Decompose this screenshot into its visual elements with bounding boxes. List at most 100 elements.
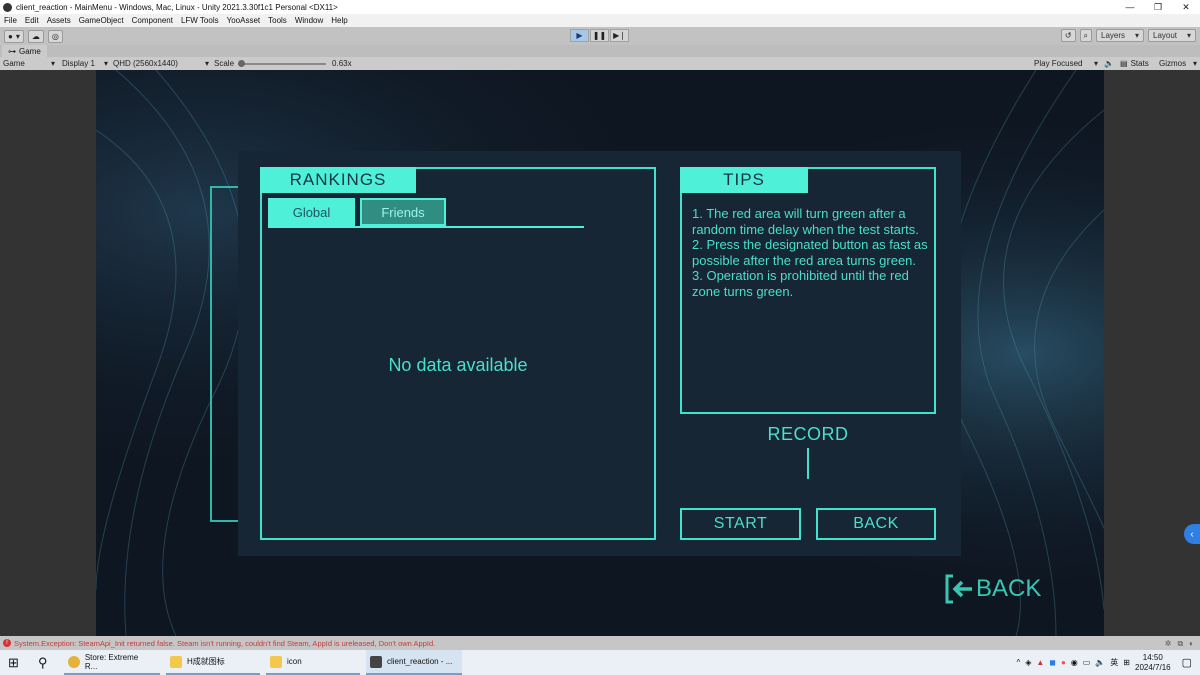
speaker-icon: 🔈 (1104, 59, 1114, 68)
collab-icon: ◎ (51, 31, 59, 41)
back-button[interactable]: BACK (816, 508, 936, 540)
chevron-down-icon: ▾ (1134, 31, 1139, 40)
step-button[interactable]: ▶❘ (610, 29, 629, 42)
audio-mute-button[interactable]: 🔈 (1104, 57, 1114, 70)
layers-dropdown[interactable]: Layers ▾ (1096, 29, 1144, 42)
scale-control: Scale 0.63x (214, 57, 352, 70)
tray-app-icon[interactable]: ● (1061, 658, 1066, 667)
folder-icon (170, 655, 182, 668)
clock[interactable]: 14:50 2024/7/16 (1135, 653, 1171, 673)
error-icon: ! (3, 639, 11, 647)
taskbar-app-chrome[interactable]: Store: Extreme R... (64, 650, 160, 675)
taskbar-app-label: Store: Extreme R... (84, 652, 139, 671)
exit-arrow-icon (945, 574, 972, 604)
reaction-test-dialog: RANKINGS Global Friends No data availabl… (238, 151, 961, 556)
rankings-panel: RANKINGS Global Friends No data availabl… (260, 167, 656, 540)
stats-button[interactable]: ▤ Stats (1120, 57, 1149, 70)
taskbar-app-unity[interactable]: client_reaction - ... (366, 650, 462, 675)
pause-button[interactable]: ❚❚ (590, 29, 609, 42)
system-tray: ^ ◈ ▲ ◼ ● ◉ ▭ 🔈 英 ⊞ 14:50 2024/7/16 ▢ (1016, 650, 1192, 675)
error-message: System.Exception: SteamApi_Init returned… (14, 638, 436, 648)
ime-indicator[interactable]: 英 (1110, 657, 1118, 668)
chevron-down-icon: ▾ (103, 59, 108, 68)
clock-date: 2024/7/16 (1135, 662, 1171, 672)
taskbar-app-folder[interactable]: icon (266, 650, 360, 675)
tray-app-icon[interactable]: ◼ (1049, 658, 1056, 667)
menu-assets[interactable]: Assets (47, 16, 71, 25)
notification-icon[interactable]: ▢ (1182, 656, 1192, 669)
folder-icon (270, 655, 282, 668)
keyboard-icon[interactable]: ⊞ (1123, 658, 1130, 667)
resolution-dropdown[interactable]: QHD (2560x1440) ▾ (113, 57, 209, 70)
minimize-button[interactable]: — (1116, 0, 1144, 14)
scale-slider[interactable] (238, 59, 327, 67)
menu-gameobject[interactable]: GameObject (79, 16, 124, 25)
tray-app-icon[interactable]: ◈ (1025, 658, 1031, 667)
game-view-toolbar: Game ▾ Display 1 ▾ QHD (2560x1440) ▾ Sca… (0, 57, 1200, 70)
play-controls: ▶ ❚❚ ▶❘ (570, 29, 629, 42)
menu-file[interactable]: File (4, 16, 17, 25)
start-button[interactable]: START (680, 508, 801, 540)
gizmos-button[interactable]: Gizmos ▾ (1159, 57, 1197, 70)
network-icon[interactable]: ▭ (1083, 658, 1091, 667)
tab-game[interactable]: ⊶ Game (2, 45, 47, 57)
maximize-button[interactable]: ❐ (1144, 0, 1172, 14)
chevron-up-icon[interactable]: ^ (1016, 658, 1020, 667)
chevron-down-icon: ▾ (1192, 59, 1197, 68)
record-value-cursor (807, 448, 809, 479)
tips-title: TIPS (680, 167, 808, 193)
sync-icon: ◐ (1189, 639, 1194, 648)
menu-window[interactable]: Window (295, 16, 323, 25)
tray-app-icon[interactable]: ◉ (1071, 658, 1078, 667)
search-button[interactable]: ⚲ (38, 650, 48, 675)
main-toolbar: ● ▾ ☁ ◎ ▶ ❚❚ ▶❘ ↺ ⌕ Layers ▾ Layout ▾ (0, 27, 1200, 45)
menu-help[interactable]: Help (331, 16, 347, 25)
cloud-button[interactable]: ☁ (27, 29, 44, 43)
menu-tools[interactable]: Tools (268, 16, 287, 25)
tab-friends[interactable]: Friends (360, 198, 446, 226)
taskbar-app-label: H成就图标 (187, 657, 225, 666)
collab-button[interactable]: ◎ (47, 29, 63, 43)
unity-icon (370, 655, 382, 668)
record-label: RECORD (767, 424, 849, 444)
side-panel-toggle[interactable]: ‹ (1184, 524, 1200, 544)
display-dropdown[interactable]: Display 1 ▾ (62, 57, 108, 70)
display-label: Display 1 (62, 59, 95, 68)
taskbar-app-label: icon (287, 657, 302, 666)
tip-item: 3. Operation is prohibited until the red… (692, 268, 909, 299)
menu-edit[interactable]: Edit (25, 16, 39, 25)
gizmos-label: Gizmos (1159, 59, 1187, 68)
tips-panel: TIPS 1. The red area will turn green aft… (680, 167, 936, 414)
bug-icon: ✲ (1164, 639, 1172, 648)
windows-logo-icon: ⊞ (8, 654, 19, 670)
empty-state-message: No data available (388, 355, 528, 375)
history-button[interactable]: ↺ (1060, 29, 1076, 42)
windows-taskbar: ⊞ ⚲ Store: Extreme R... H成就图标 icon clien… (0, 650, 1200, 675)
menu-lfw-tools[interactable]: LFW Tools (181, 16, 219, 25)
search-button[interactable]: ⌕ (1079, 29, 1092, 42)
view-label: Game (3, 59, 25, 68)
console-status-bar[interactable]: ! System.Exception: SteamApi_Init return… (0, 636, 1200, 650)
exit-back-button[interactable]: BACK (944, 573, 1041, 605)
menu-yooasset[interactable]: YooAsset (227, 16, 261, 25)
tray-app-icon[interactable]: ▲ (1036, 658, 1044, 667)
taskbar-app-folder[interactable]: H成就图标 (166, 650, 260, 675)
search-icon: ⌕ (1083, 30, 1088, 40)
menu-bar: File Edit Assets GameObject Component LF… (0, 14, 1200, 27)
menu-component[interactable]: Component (132, 16, 173, 25)
play-mode-dropdown[interactable]: Play Focused ▾ (1034, 57, 1098, 70)
view-dropdown[interactable]: Game ▾ (3, 57, 55, 70)
tab-global[interactable]: Global (268, 198, 355, 226)
chevron-left-icon: ‹ (1190, 528, 1194, 540)
tip-item: 1. The red area will turn green after a … (692, 206, 919, 237)
volume-icon[interactable]: 🔈 (1095, 658, 1105, 667)
start-button[interactable]: ⊞ (8, 650, 19, 675)
network-icon: ⧉ (1177, 639, 1184, 648)
play-button[interactable]: ▶ (570, 29, 589, 42)
close-button[interactable]: ✕ (1172, 0, 1200, 14)
layout-dropdown[interactable]: Layout ▾ (1148, 29, 1196, 42)
stats-icon: ▤ (1120, 59, 1128, 68)
account-button[interactable]: ● ▾ (4, 29, 24, 43)
search-icon: ⚲ (38, 654, 48, 670)
cloud-icon: ☁ (31, 31, 40, 41)
